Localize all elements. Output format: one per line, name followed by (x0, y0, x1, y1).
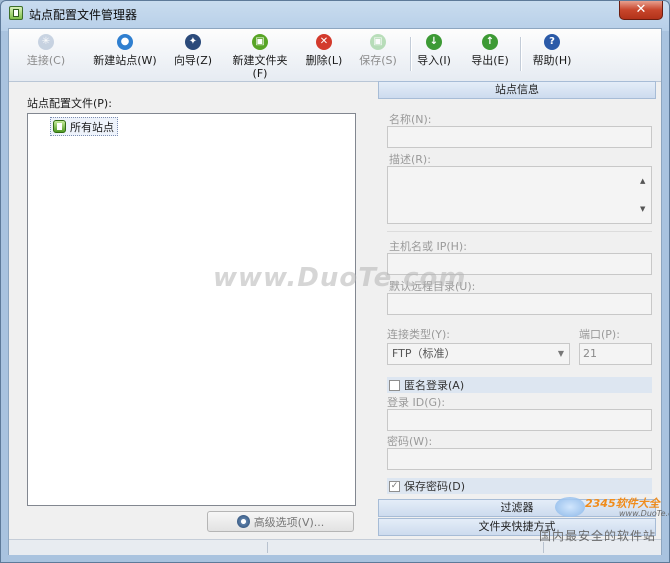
toolbar-button-label: 导入(I) (417, 54, 451, 67)
toolbar-button-label: 向导(Z) (173, 54, 213, 67)
close-button[interactable]: ✕ (619, 1, 663, 20)
toolbar-button-label: 导出(E) (471, 54, 509, 67)
brand-watermark: 2345软件大全 www.DuoTe.com 国内最安全的软件站 (539, 489, 669, 549)
password-label: 密码(W): (387, 435, 433, 448)
cloud-logo-icon (555, 497, 585, 517)
new-folder-button[interactable]: ▣ 新建文件夹 (F) (221, 33, 299, 80)
password-field (387, 448, 652, 470)
save-password-checkbox: ✓ (389, 480, 400, 492)
save-button[interactable]: ▣ 保存(S) (353, 33, 403, 79)
help-icon: ? (544, 34, 560, 50)
save-password-label: 保存密码(D) (404, 480, 466, 493)
advanced-options-button: 高级选项(V)... (207, 511, 354, 532)
connection-type-value: FTP（标准） (392, 347, 456, 360)
login-id-field (387, 409, 652, 431)
brand-slogan: 国内最安全的软件站 (539, 529, 657, 543)
toolbar-button-label: 新建文件夹 (F) (232, 54, 288, 80)
brand-url: www.DuoTe.com (619, 509, 669, 518)
site-info-header[interactable]: 站点信息 (378, 81, 656, 99)
advanced-options-label: 高级选项(V)... (253, 515, 325, 529)
connection-type-label: 连接类型(Y): (387, 328, 451, 341)
port-field: 21 (579, 343, 652, 365)
connect-button[interactable]: ✳ 连接(C) (18, 33, 74, 79)
toolbar-button-label: 保存(S) (359, 54, 397, 67)
gear-icon (236, 515, 250, 528)
app-icon (9, 6, 23, 20)
toolbar-button-label: 新建站点(W) (93, 54, 157, 67)
help-button[interactable]: ? 帮助(H) (526, 33, 578, 79)
wizard-button[interactable]: ✦ 向导(Z) (169, 33, 217, 79)
site-info-panel: 站点信息 名称(N): 描述(R): ▲ ▼ 主机名或 IP(H): 默认远程目… (378, 81, 656, 537)
toolbar-button-label: 删除(L) (305, 54, 343, 67)
description-label: 描述(R): (389, 153, 431, 166)
site-profiles-label: 站点配置文件(P): (27, 97, 112, 110)
delete-icon: ✕ (316, 34, 332, 50)
new-site-icon: ● (117, 34, 133, 50)
remote-dir-field (387, 293, 652, 315)
toolbar-button-label: 连接(C) (26, 54, 66, 67)
login-id-label: 登录 ID(G): (387, 396, 446, 409)
connect-icon: ✳ (38, 34, 54, 50)
import-button[interactable]: ↓ 导入(I) (413, 33, 455, 79)
scroll-up-icon: ▲ (640, 177, 646, 185)
toolbar-separator (520, 37, 521, 71)
port-label: 端口(P): (579, 328, 620, 341)
tree-item-all-sites[interactable]: 所有站点 (50, 117, 118, 136)
title-bar[interactable]: 站点配置文件管理器 ✕ (1, 1, 669, 27)
anonymous-login-checkbox (389, 379, 400, 391)
toolbar-button-label: 帮助(H) (532, 54, 572, 67)
toolbar-separator (410, 37, 411, 71)
chevron-down-icon: ▼ (557, 349, 564, 358)
description-field: ▲ ▼ (387, 166, 652, 224)
connection-type-select: FTP（标准） ▼ (387, 343, 570, 365)
new-folder-icon: ▣ (252, 34, 268, 50)
port-value: 21 (583, 347, 597, 360)
window-title: 站点配置文件管理器 (29, 8, 138, 22)
divider (387, 231, 652, 232)
toolbar: ✳ 连接(C) ● 新建站点(W) ✦ 向导(Z) ▣ 新建文件夹 (F) ✕ 删除(L) ▣ 保存(… (9, 29, 661, 82)
host-label: 主机名或 IP(H): (389, 240, 467, 253)
export-icon: ↑ (482, 34, 498, 50)
anonymous-login-row: 匿名登录(A) (387, 377, 652, 393)
anonymous-login-label: 匿名登录(A) (404, 379, 465, 392)
description-scrollbar: ▲ ▼ (636, 168, 650, 222)
wizard-icon: ✦ (185, 34, 201, 50)
save-icon: ▣ (370, 34, 386, 50)
import-icon: ↓ (426, 34, 442, 50)
site-profile-manager-window: 站点配置文件管理器 ✕ ✳ 连接(C) ● 新建站点(W) ✦ 向导(Z) ▣ 新建文件夹 (… (0, 0, 670, 563)
scroll-down-icon: ▼ (640, 205, 646, 213)
status-part (267, 542, 544, 553)
export-button[interactable]: ↑ 导出(E) (465, 33, 515, 79)
tree-item-label: 所有站点 (70, 120, 114, 134)
watermark-text: www.DuoTe.com (213, 263, 467, 293)
new-site-button[interactable]: ● 新建站点(W) (85, 33, 165, 79)
name-label: 名称(N): (389, 113, 432, 126)
delete-button[interactable]: ✕ 删除(L) (301, 33, 347, 79)
site-profiles-tree[interactable]: 所有站点 (27, 113, 356, 506)
status-part (9, 542, 268, 553)
site-folder-icon (53, 120, 66, 133)
name-field (387, 126, 652, 148)
